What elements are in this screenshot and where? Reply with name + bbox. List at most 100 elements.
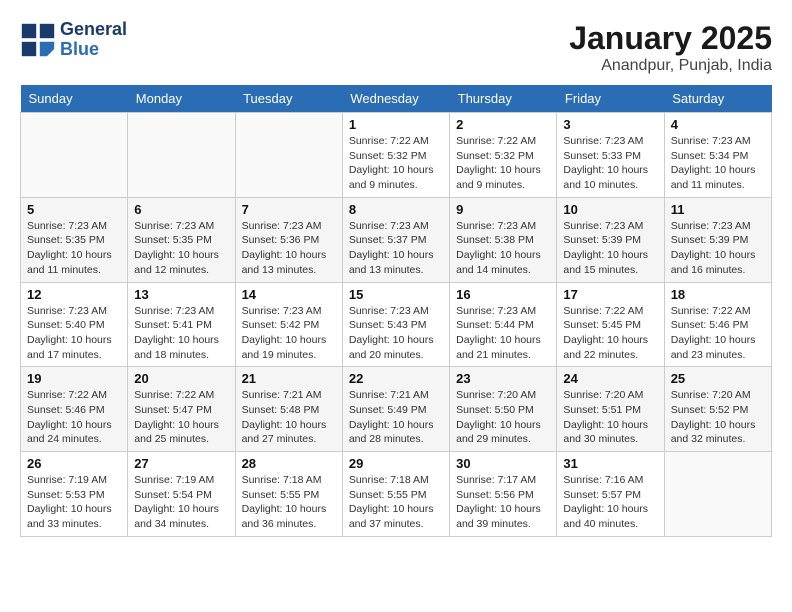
day-number: 25 <box>671 371 765 386</box>
calendar-cell: 2 Sunrise: 7:22 AM Sunset: 5:32 PM Daylig… <box>450 113 557 198</box>
calendar-cell: 17 Sunrise: 7:22 AM Sunset: 5:45 PM Dayli… <box>557 282 664 367</box>
day-info: Sunrise: 7:19 AM Sunset: 5:54 PM Dayligh… <box>134 473 228 532</box>
day-number: 27 <box>134 456 228 471</box>
day-info: Sunrise: 7:17 AM Sunset: 5:56 PM Dayligh… <box>456 473 550 532</box>
calendar-cell: 16Sunrise: 7:23 AM Sunset: 5:44 PM Dayli… <box>450 282 557 367</box>
day-info: Sunrise: 7:22 AM Sunset: 5:45 PM Dayligh… <box>563 304 657 363</box>
day-number: 3 <box>563 117 657 132</box>
day-number: 14 <box>242 287 336 302</box>
day-number: 12 <box>27 287 121 302</box>
day-number: 7 <box>242 202 336 217</box>
calendar-week-row: 5 Sunrise: 7:23 AM Sunset: 5:35 PM Daylig… <box>21 197 772 282</box>
day-info: Sunrise: 7:23 AM Sunset: 5:41 PM Dayligh… <box>134 304 228 363</box>
calendar-cell: 31Sunrise: 7:16 AM Sunset: 5:57 PM Dayli… <box>557 452 664 537</box>
day-info: Sunrise: 7:23 AM Sunset: 5:33 PM Dayligh… <box>563 134 657 193</box>
day-info: Sunrise: 7:22 AM Sunset: 5:32 PM Dayligh… <box>456 134 550 193</box>
day-number: 8 <box>349 202 443 217</box>
day-number: 24 <box>563 371 657 386</box>
day-number: 18 <box>671 287 765 302</box>
day-number: 15 <box>349 287 443 302</box>
calendar-cell: 5 Sunrise: 7:23 AM Sunset: 5:35 PM Daylig… <box>21 197 128 282</box>
day-info: Sunrise: 7:20 AM Sunset: 5:51 PM Dayligh… <box>563 388 657 447</box>
location: Anandpur, Punjab, India <box>569 57 772 75</box>
weekday-header-friday: Friday <box>557 85 664 113</box>
calendar-cell: 8 Sunrise: 7:23 AM Sunset: 5:37 PM Daylig… <box>342 197 449 282</box>
weekday-header-row: SundayMondayTuesdayWednesdayThursdayFrid… <box>21 85 772 113</box>
day-info: Sunrise: 7:20 AM Sunset: 5:50 PM Dayligh… <box>456 388 550 447</box>
day-number: 19 <box>27 371 121 386</box>
calendar-cell: 24 Sunrise: 7:20 AM Sunset: 5:51 PM Dayli… <box>557 367 664 452</box>
day-info: Sunrise: 7:23 AM Sunset: 5:44 PM Dayligh… <box>456 304 550 363</box>
day-info: Sunrise: 7:23 AM Sunset: 5:35 PM Dayligh… <box>27 219 121 278</box>
calendar-cell: 28Sunrise: 7:18 AM Sunset: 5:55 PM Dayli… <box>235 452 342 537</box>
calendar-cell: 30 Sunrise: 7:17 AM Sunset: 5:56 PM Dayli… <box>450 452 557 537</box>
day-number: 6 <box>134 202 228 217</box>
day-number: 13 <box>134 287 228 302</box>
calendar-week-row: 1 Sunrise: 7:22 AM Sunset: 5:32 PM Daylig… <box>21 113 772 198</box>
day-number: 1 <box>349 117 443 132</box>
day-info: Sunrise: 7:22 AM Sunset: 5:32 PM Dayligh… <box>349 134 443 193</box>
calendar-cell: 14Sunrise: 7:23 AM Sunset: 5:42 PM Dayli… <box>235 282 342 367</box>
day-info: Sunrise: 7:23 AM Sunset: 5:38 PM Dayligh… <box>456 219 550 278</box>
calendar-cell: 23 Sunrise: 7:20 AM Sunset: 5:50 PM Dayli… <box>450 367 557 452</box>
calendar-cell: 21Sunrise: 7:21 AM Sunset: 5:48 PM Dayli… <box>235 367 342 452</box>
day-info: Sunrise: 7:23 AM Sunset: 5:39 PM Dayligh… <box>563 219 657 278</box>
calendar-cell: 26Sunrise: 7:19 AM Sunset: 5:53 PM Dayli… <box>21 452 128 537</box>
day-info: Sunrise: 7:23 AM Sunset: 5:36 PM Dayligh… <box>242 219 336 278</box>
day-info: Sunrise: 7:18 AM Sunset: 5:55 PM Dayligh… <box>242 473 336 532</box>
calendar-cell: 29 Sunrise: 7:18 AM Sunset: 5:55 PM Dayli… <box>342 452 449 537</box>
logo-line2: Blue <box>60 40 127 60</box>
calendar-cell <box>235 113 342 198</box>
day-number: 9 <box>456 202 550 217</box>
day-number: 20 <box>134 371 228 386</box>
calendar-cell <box>128 113 235 198</box>
calendar-cell: 12 Sunrise: 7:23 AM Sunset: 5:40 PM Dayli… <box>21 282 128 367</box>
day-info: Sunrise: 7:23 AM Sunset: 5:34 PM Dayligh… <box>671 134 765 193</box>
calendar-cell: 27 Sunrise: 7:19 AM Sunset: 5:54 PM Dayli… <box>128 452 235 537</box>
day-info: Sunrise: 7:18 AM Sunset: 5:55 PM Dayligh… <box>349 473 443 532</box>
day-number: 31 <box>563 456 657 471</box>
day-info: Sunrise: 7:23 AM Sunset: 5:39 PM Dayligh… <box>671 219 765 278</box>
day-number: 2 <box>456 117 550 132</box>
day-number: 29 <box>349 456 443 471</box>
day-info: Sunrise: 7:23 AM Sunset: 5:43 PM Dayligh… <box>349 304 443 363</box>
calendar-cell: 1 Sunrise: 7:22 AM Sunset: 5:32 PM Daylig… <box>342 113 449 198</box>
weekday-header-sunday: Sunday <box>21 85 128 113</box>
day-number: 26 <box>27 456 121 471</box>
day-info: Sunrise: 7:22 AM Sunset: 5:46 PM Dayligh… <box>671 304 765 363</box>
calendar-cell: 15 Sunrise: 7:23 AM Sunset: 5:43 PM Dayli… <box>342 282 449 367</box>
day-info: Sunrise: 7:23 AM Sunset: 5:37 PM Dayligh… <box>349 219 443 278</box>
calendar-cell <box>21 113 128 198</box>
day-number: 21 <box>242 371 336 386</box>
day-number: 30 <box>456 456 550 471</box>
day-number: 10 <box>563 202 657 217</box>
calendar-cell: 9 Sunrise: 7:23 AM Sunset: 5:38 PM Daylig… <box>450 197 557 282</box>
calendar-cell: 13 Sunrise: 7:23 AM Sunset: 5:41 PM Dayli… <box>128 282 235 367</box>
day-number: 5 <box>27 202 121 217</box>
month-title: January 2025 <box>569 20 772 57</box>
weekday-header-tuesday: Tuesday <box>235 85 342 113</box>
calendar-cell: 22Sunrise: 7:21 AM Sunset: 5:49 PM Dayli… <box>342 367 449 452</box>
calendar-week-row: 12 Sunrise: 7:23 AM Sunset: 5:40 PM Dayli… <box>21 282 772 367</box>
day-number: 4 <box>671 117 765 132</box>
logo-line1: General <box>60 20 127 40</box>
day-number: 23 <box>456 371 550 386</box>
weekday-header-wednesday: Wednesday <box>342 85 449 113</box>
calendar-cell: 10 Sunrise: 7:23 AM Sunset: 5:39 PM Dayli… <box>557 197 664 282</box>
title-block: January 2025 Anandpur, Punjab, India <box>569 20 772 75</box>
calendar-cell: 18 Sunrise: 7:22 AM Sunset: 5:46 PM Dayli… <box>664 282 771 367</box>
weekday-header-saturday: Saturday <box>664 85 771 113</box>
calendar-cell: 7 Sunrise: 7:23 AM Sunset: 5:36 PM Daylig… <box>235 197 342 282</box>
weekday-header-monday: Monday <box>128 85 235 113</box>
logo-icon <box>20 22 56 58</box>
day-info: Sunrise: 7:22 AM Sunset: 5:46 PM Dayligh… <box>27 388 121 447</box>
calendar-week-row: 19 Sunrise: 7:22 AM Sunset: 5:46 PM Dayli… <box>21 367 772 452</box>
calendar-cell: 4 Sunrise: 7:23 AM Sunset: 5:34 PM Daylig… <box>664 113 771 198</box>
day-number: 17 <box>563 287 657 302</box>
calendar-cell: 25 Sunrise: 7:20 AM Sunset: 5:52 PM Dayli… <box>664 367 771 452</box>
calendar-cell: 11Sunrise: 7:23 AM Sunset: 5:39 PM Dayli… <box>664 197 771 282</box>
day-info: Sunrise: 7:20 AM Sunset: 5:52 PM Dayligh… <box>671 388 765 447</box>
day-info: Sunrise: 7:22 AM Sunset: 5:47 PM Dayligh… <box>134 388 228 447</box>
day-info: Sunrise: 7:21 AM Sunset: 5:49 PM Dayligh… <box>349 388 443 447</box>
day-info: Sunrise: 7:23 AM Sunset: 5:40 PM Dayligh… <box>27 304 121 363</box>
